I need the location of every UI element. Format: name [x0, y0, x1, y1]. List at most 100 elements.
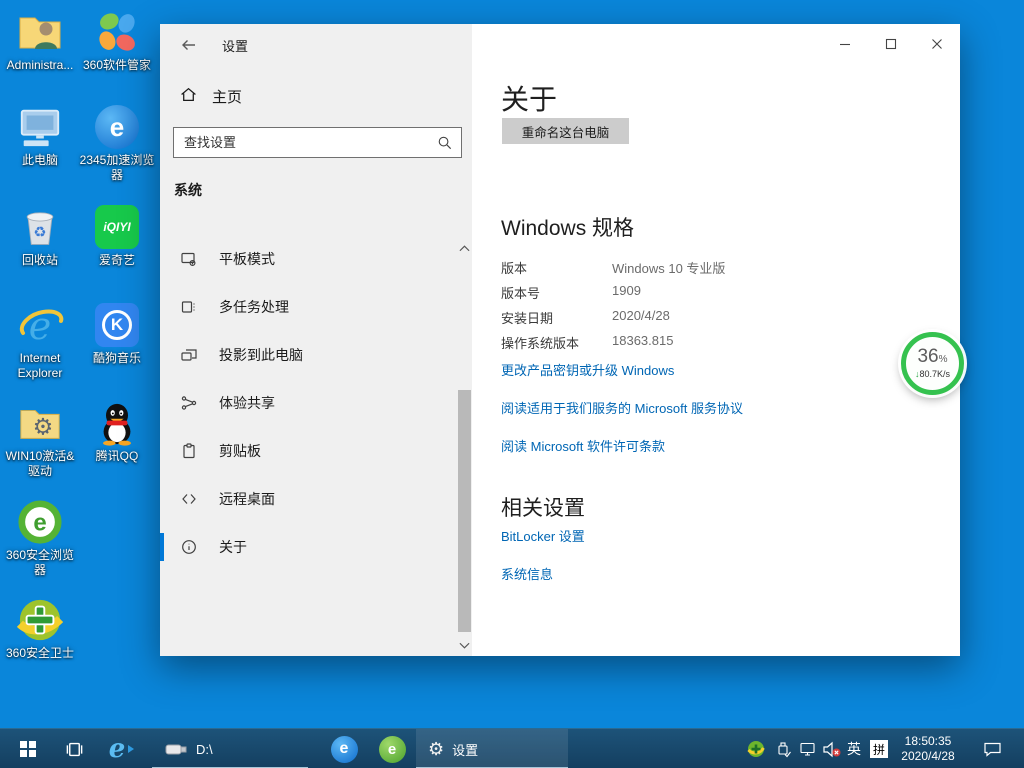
desktop-icon-iqiyi[interactable]: iQIYI 爱奇艺 [79, 203, 155, 268]
search-input[interactable] [174, 135, 433, 150]
rename-pc-button[interactable]: 重命名这台电脑 [502, 118, 629, 144]
network-speed: ↓80.7K/s [915, 369, 950, 380]
window-title: 设置 [222, 36, 248, 55]
tablet-mode-icon [181, 251, 197, 267]
svg-text:♻: ♻ [33, 225, 46, 241]
desktop-icon-label: Administra... [2, 58, 78, 73]
selected-item-indicator [160, 533, 164, 561]
tray-date: 2020/4/28 [901, 749, 954, 764]
iqiyi-icon: iQIYI [93, 203, 141, 251]
desktop-icon-label: 2345加速浏览器 [79, 153, 155, 183]
desktop-icon-label: 此电脑 [2, 153, 78, 168]
sidebar-item-projecting[interactable]: 投影到此电脑 [160, 335, 456, 375]
sidebar-item-clipboard[interactable]: 剪贴板 [160, 431, 456, 471]
this-pc-icon [16, 103, 64, 151]
sidebar-item-shared-experiences[interactable]: 体验共享 [160, 383, 456, 423]
license-terms-link[interactable]: 阅读 Microsoft 软件许可条款 [501, 436, 665, 455]
sidebar-scroll-up-icon[interactable] [457, 242, 471, 254]
task-view-button[interactable] [54, 729, 94, 768]
search-box[interactable] [173, 127, 462, 158]
2345-browser-icon: e [331, 736, 358, 763]
sidebar-item-multitasking[interactable]: 多任务处理 [160, 287, 456, 327]
sidebar-section-system: 系统 [174, 180, 202, 200]
task-view-icon [65, 740, 84, 759]
desktop-icon-2345-browser[interactable]: e 2345加速浏览器 [79, 103, 155, 183]
change-product-key-link[interactable]: 更改产品密钥或升级 Windows [501, 360, 674, 379]
tray-time: 18:50:35 [905, 734, 952, 749]
tray-usb-icon[interactable] [770, 729, 796, 768]
taskbar-drive-d-button[interactable]: D:\ [152, 729, 308, 768]
sidebar-item-label: 多任务处理 [219, 297, 289, 317]
spec-label: 操作系统版本 [501, 333, 612, 358]
close-button[interactable] [914, 24, 960, 64]
sidebar-scrollbar-thumb[interactable] [458, 390, 471, 632]
sidebar-item-remote-desktop[interactable]: 远程桌面 [160, 479, 456, 519]
clipboard-icon [181, 443, 197, 459]
svg-text:e: e [33, 510, 46, 537]
internet-explorer-icon: e [16, 301, 64, 349]
sidebar-item-about[interactable]: 关于 [160, 527, 456, 567]
administrator-folder-icon [16, 8, 64, 56]
search-icon[interactable] [433, 135, 461, 150]
desktop-icon-win10-activate[interactable]: ⚙ WIN10激活&驱动 [2, 399, 78, 479]
taskbar-button-label: 设置 [452, 740, 478, 759]
windows-spec-heading: Windows 规格 [501, 212, 634, 242]
spec-label: 版本 [501, 258, 612, 283]
taskbar-2345-browser-button[interactable]: e [322, 729, 366, 768]
desktop-icon-label: 腾讯QQ [79, 449, 155, 464]
desktop-icon-this-pc[interactable]: 此电脑 [2, 103, 78, 168]
usb-drive-icon [164, 740, 188, 758]
taskbar-ie-button[interactable]: e [100, 729, 144, 768]
taskbar-settings-button[interactable]: ⚙ 设置 [416, 729, 568, 768]
projecting-icon [181, 347, 197, 363]
desktop-icon-kugou-music[interactable]: K 酷狗音乐 [79, 301, 155, 366]
start-button[interactable] [8, 729, 48, 768]
desktop-icon-360-browser[interactable]: e 360安全浏览器 [2, 498, 78, 578]
services-agreement-link[interactable]: 阅读适用于我们服务的 Microsoft 服务协议 [501, 398, 743, 417]
desktop-icon-label: WIN10激活&驱动 [2, 449, 78, 479]
tray-ime-indicator[interactable]: 拼 [867, 729, 891, 768]
sidebar-item-home[interactable]: 主页 [180, 86, 242, 107]
desktop-icon-recycle-bin[interactable]: ♻ 回收站 [2, 203, 78, 268]
tray-network-icon[interactable] [795, 729, 821, 768]
svg-text:e: e [29, 304, 52, 348]
desktop-icon-360-safeguard[interactable]: 360安全卫士 [2, 596, 78, 661]
desktop-icon-tencent-qq[interactable]: 腾讯QQ [79, 399, 155, 464]
desktop-icon-label: 360软件管家 [79, 58, 155, 73]
desktop-icon-label: 回收站 [2, 253, 78, 268]
sidebar-scroll-down-icon[interactable] [457, 640, 471, 652]
sidebar-item-label: 投影到此电脑 [219, 345, 303, 365]
spec-value: 18363.815 [612, 333, 673, 358]
maximize-button[interactable] [868, 24, 914, 64]
kugou-music-icon: K [93, 301, 141, 349]
svg-text:⚙: ⚙ [33, 414, 54, 440]
desktop-icon-internet-explorer[interactable]: e Internet Explorer [2, 301, 78, 381]
taskbar-360-browser-button[interactable]: e [370, 729, 414, 768]
tray-language-indicator[interactable]: 英 [843, 729, 865, 768]
360-speed-ball[interactable]: 36% ↓80.7K/s [901, 332, 964, 395]
desktop-icon-label: 爱奇艺 [79, 253, 155, 268]
desktop-icon-administrator[interactable]: Administra... [2, 8, 78, 73]
minimize-button[interactable] [822, 24, 868, 64]
tray-360-icon[interactable] [742, 729, 770, 768]
desktop-icon-label: 360安全卫士 [2, 646, 78, 661]
action-center-icon [983, 741, 1002, 758]
shared-experiences-icon [181, 395, 197, 411]
action-center-button[interactable] [972, 729, 1012, 768]
spec-value: 2020/4/28 [612, 308, 670, 333]
tencent-qq-icon [93, 399, 141, 447]
sidebar-item-tablet-mode[interactable]: 平板模式 [160, 239, 456, 279]
about-icon [181, 539, 197, 555]
settings-window: 设置 主页 系统 平板模式 多任务处理 [160, 24, 960, 656]
tray-clock[interactable]: 18:50:35 2020/4/28 [892, 729, 964, 768]
desktop-icon-360-software-manager[interactable]: 360软件管家 [79, 8, 155, 73]
bitlocker-settings-link[interactable]: BitLocker 设置 [501, 526, 585, 545]
tray-volume-muted-icon[interactable] [819, 729, 845, 768]
spec-row-edition: 版本 Windows 10 专业版 [501, 258, 921, 283]
desktop-icon-label: 酷狗音乐 [79, 351, 155, 366]
system-info-link[interactable]: 系统信息 [501, 564, 553, 583]
spec-value: 1909 [612, 283, 641, 308]
internet-explorer-icon: e [109, 736, 126, 762]
back-button[interactable] [172, 32, 206, 58]
spec-value: Windows 10 专业版 [612, 258, 725, 283]
